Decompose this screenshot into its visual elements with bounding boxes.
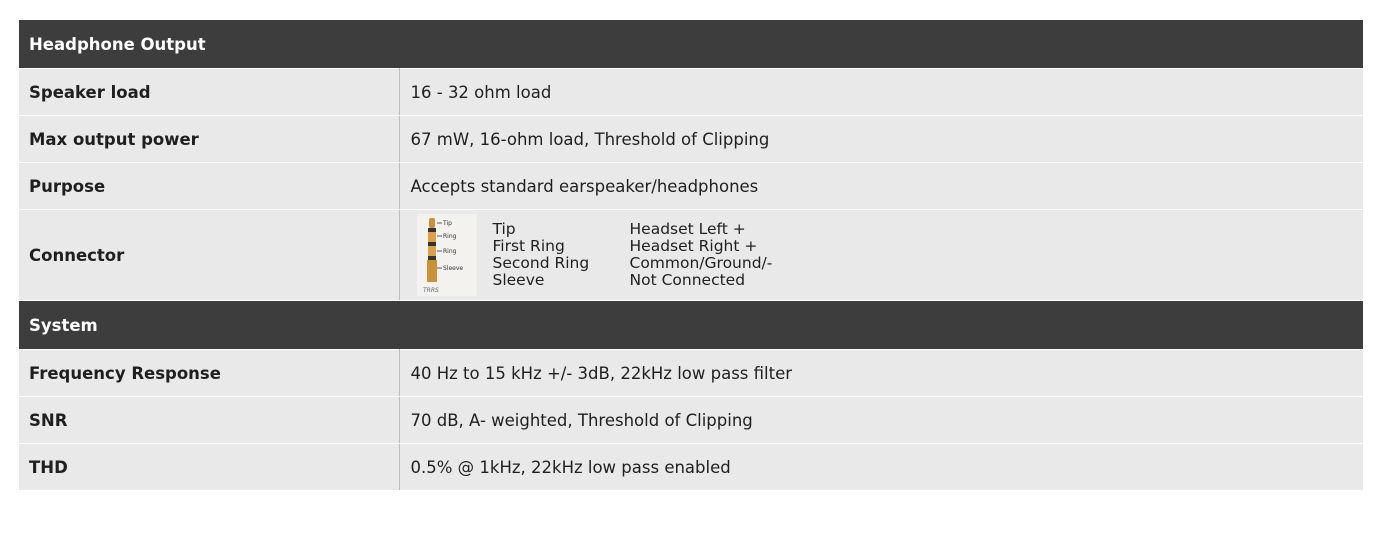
row-value: 16 - 32 ohm load bbox=[399, 68, 1363, 116]
row-value: Accepts standard earspeaker/headphones bbox=[399, 162, 1363, 210]
table-row: Speaker load 16 - 32 ohm load bbox=[19, 68, 1363, 116]
pin-function: Common/Ground/- bbox=[629, 254, 773, 272]
pin-list: Tip Headset Left + First Ring Headset Ri… bbox=[493, 221, 773, 289]
row-label: SNR bbox=[19, 396, 400, 444]
trrs-plug-image: Tip Ring Ring Sleeve TRRS bbox=[416, 214, 477, 296]
row-label: Purpose bbox=[19, 162, 400, 210]
connector-row: Connector Tip Ring Ring Sleeve TRRS Tip … bbox=[19, 209, 1363, 301]
row-value: 70 dB, A- weighted, Threshold of Clippin… bbox=[399, 396, 1363, 444]
row-label: THD bbox=[19, 443, 400, 491]
plug-label-ring-2: Ring bbox=[443, 248, 457, 255]
row-value: 67 mW, 16-ohm load, Threshold of Clippin… bbox=[399, 115, 1363, 163]
table-row: Max output power 67 mW, 16-ohm load, Thr… bbox=[19, 115, 1363, 163]
pin-name: First Ring bbox=[492, 237, 565, 255]
row-label: Max output power bbox=[19, 115, 400, 163]
row-label: Speaker load bbox=[19, 68, 400, 116]
plug-label-ring-1: Ring bbox=[443, 233, 457, 240]
table-row: THD 0.5% @ 1kHz, 22kHz low pass enabled bbox=[19, 443, 1363, 491]
pin-name: Tip bbox=[492, 220, 516, 238]
plug-label-tip: Tip bbox=[442, 220, 452, 227]
pin-name: Second Ring bbox=[492, 254, 590, 272]
row-value: 40 Hz to 15 kHz +/- 3dB, 22kHz low pass … bbox=[399, 349, 1363, 397]
row-label: Connector bbox=[19, 209, 400, 301]
spec-table: Headphone Output Speaker load 16 - 32 oh… bbox=[19, 20, 1363, 491]
table-row: SNR 70 dB, A- weighted, Threshold of Cli… bbox=[19, 396, 1363, 444]
section-header-system: System bbox=[19, 300, 1363, 350]
connector-value: Tip Ring Ring Sleeve TRRS Tip Headset Le… bbox=[399, 209, 1363, 301]
section-title: Headphone Output bbox=[19, 20, 1363, 69]
row-label: Frequency Response bbox=[19, 349, 400, 397]
pin-function: Headset Left + bbox=[629, 220, 746, 238]
table-row: Purpose Accepts standard earspeaker/head… bbox=[19, 162, 1363, 210]
pin-function: Headset Right + bbox=[629, 237, 758, 255]
row-value: 0.5% @ 1kHz, 22kHz low pass enabled bbox=[399, 443, 1363, 491]
plug-label-sleeve: Sleeve bbox=[443, 265, 463, 272]
section-header-headphone-output: Headphone Output bbox=[19, 20, 1363, 69]
pin-function: Not Connected bbox=[629, 271, 746, 289]
section-title: System bbox=[19, 300, 1363, 350]
pin-name: Sleeve bbox=[492, 271, 545, 289]
table-row: Frequency Response 40 Hz to 15 kHz +/- 3… bbox=[19, 349, 1363, 397]
plug-label-trrs: TRRS bbox=[423, 287, 439, 294]
